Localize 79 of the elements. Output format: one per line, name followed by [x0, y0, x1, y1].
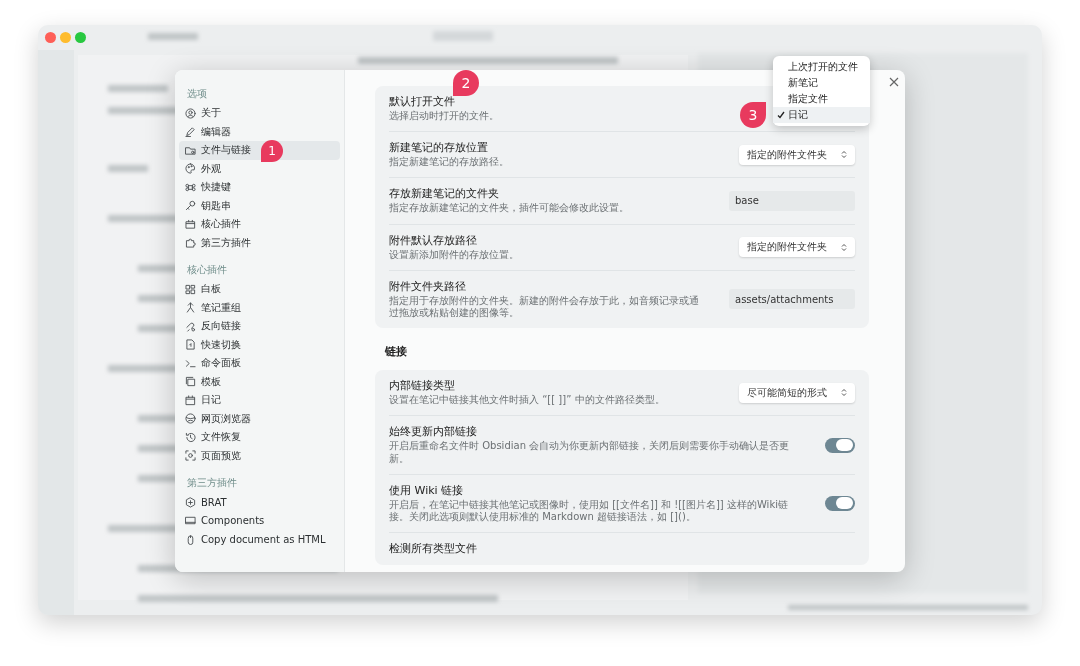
dropdown-select[interactable]: 尽可能简短的形式: [739, 382, 855, 403]
history-icon: [185, 431, 196, 443]
sidebar-item[interactable]: 编辑器: [179, 122, 340, 141]
user-circle-icon: [185, 107, 196, 119]
chevron-icon: [841, 388, 847, 398]
dropdown-select[interactable]: 指定的附件文件夹: [739, 144, 855, 165]
setting-title: 检测所有类型文件: [389, 542, 477, 557]
toggle-switch[interactable]: [825, 495, 855, 511]
setting-description: 指定用于存放附件的文件夹。新建的附件会存放于此，如音频记录或通过拖放或粘贴创建的图像等。: [389, 294, 700, 320]
window-icon: [185, 515, 196, 527]
sidebar-item[interactable]: 快捷键: [179, 178, 340, 197]
dropdown-select[interactable]: 指定的附件文件夹: [739, 237, 855, 258]
setting-title: 始终更新内部链接: [389, 425, 477, 440]
palette-icon: [185, 163, 196, 175]
section-heading: 选项: [186, 87, 208, 101]
calendar-icon: [185, 394, 196, 406]
menu-option[interactable]: 上次打开的文件: [773, 59, 870, 75]
merge-icon: [185, 302, 196, 314]
sidebar-item[interactable]: BRAT: [179, 493, 340, 512]
setting-title: 内部链接类型: [389, 379, 455, 394]
text-field[interactable]: assets/attachments: [729, 289, 855, 310]
grid-icon: [185, 283, 196, 295]
setting-description: 指定新建笔记的存放路径。: [389, 156, 509, 169]
sidebar-item[interactable]: 笔记重组: [179, 298, 340, 317]
setting-title: 附件默认存放路径: [389, 233, 477, 248]
sidebar-item[interactable]: 模板: [179, 372, 340, 391]
setting-description: 开启后，在笔记中链接其他笔记或图像时，使用如 [[文件名]] 和 ![[图片名]] 这样的Wiki链接。关闭此选项则默认使用标准的 Markdown 超链接语法，如 []()。: [389, 498, 789, 524]
setting-description: 设置新添加附件的存放位置。: [389, 248, 519, 261]
sidebar-item[interactable]: 文件恢复: [179, 428, 340, 447]
sidebar-item[interactable]: 关于: [179, 104, 340, 123]
sidebar-item[interactable]: 快速切换: [179, 335, 340, 354]
sidebar-item[interactable]: 反向链接: [179, 317, 340, 336]
chevron-icon: [841, 242, 847, 252]
setting-description: 选择启动时打开的文件。: [389, 110, 499, 123]
menu-option[interactable]: 新笔记: [773, 75, 870, 91]
sidebar-item[interactable]: Copy document as HTML: [179, 530, 340, 549]
check-icon: [777, 111, 785, 119]
menu-option[interactable]: 指定文件: [773, 91, 870, 107]
sidebar-item[interactable]: 白板: [179, 280, 340, 299]
menu-option[interactable]: 日记: [773, 107, 870, 123]
section-heading: 核心插件: [186, 263, 228, 277]
file-icon: [185, 339, 196, 351]
section-heading: 第三方插件: [186, 476, 238, 490]
group-heading: 链接: [385, 344, 408, 360]
sidebar-item[interactable]: 核心插件: [179, 215, 340, 234]
sidebar-item[interactable]: 网页浏览器: [179, 409, 340, 428]
close-window-icon[interactable]: [45, 32, 56, 43]
sidebar-item[interactable]: 第三方插件: [179, 233, 340, 252]
zoom-window-icon[interactable]: [75, 32, 86, 43]
sidebar-item[interactable]: 命令面板: [179, 354, 340, 373]
calendar-icon: [185, 218, 196, 230]
key-icon: [185, 200, 196, 212]
setting-title: 默认打开文件: [389, 95, 455, 109]
callout-badge: 2: [453, 70, 479, 96]
close-icon[interactable]: [889, 77, 899, 87]
setting-description: 设置在笔记中链接其他文件时插入 “[[ ]]” 中的文件路径类型。: [389, 394, 665, 407]
globe-icon: [185, 413, 196, 425]
setting-title: 附件文件夹路径: [389, 279, 466, 294]
callout-badge: 1: [261, 140, 283, 162]
toggle-switch[interactable]: [825, 437, 855, 453]
sidebar-item[interactable]: 钥匙串: [179, 196, 340, 215]
setting-title: 新建笔记的存放位置: [389, 141, 488, 156]
scan-icon: [185, 450, 196, 462]
setting-description: 开启后重命名文件时 Obsidian 会自动为你更新内部链接，关闭后则需要你手动确认是否更新。: [389, 440, 791, 465]
setting-description: 指定存放新建笔记的文件夹，插件可能会修改此设置。: [389, 202, 629, 215]
copy-icon: [185, 376, 196, 388]
chevron-icon: [841, 150, 847, 160]
pencil-icon: [185, 126, 196, 138]
sidebar-item[interactable]: 外观: [179, 159, 340, 178]
sidebar-item[interactable]: Components: [179, 511, 340, 530]
text-field[interactable]: base: [729, 190, 855, 211]
mouse-icon: [185, 533, 196, 545]
sidebar-item[interactable]: 页面预览: [179, 446, 340, 465]
terminal-icon: [185, 357, 196, 369]
setting-title: 存放新建笔记的文件夹: [389, 187, 499, 202]
folder-icon: [185, 144, 196, 156]
command-icon: [185, 181, 196, 193]
sidebar-item[interactable]: 日记: [179, 391, 340, 410]
setting-title: 使用 Wiki 链接: [389, 483, 464, 498]
